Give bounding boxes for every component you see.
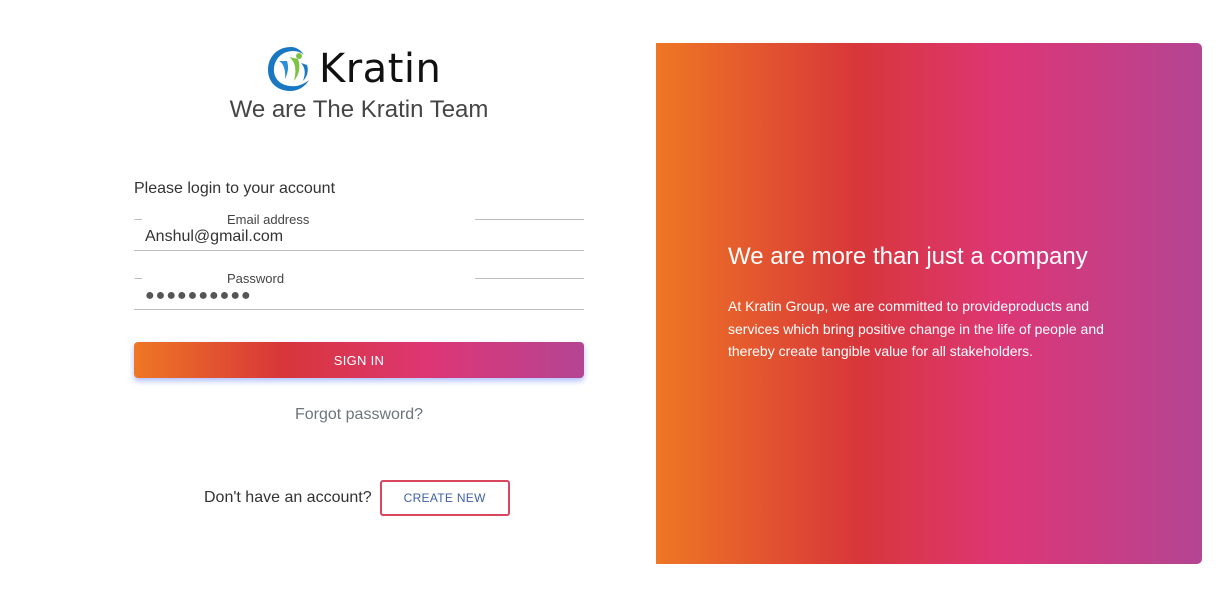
field-outline-right — [475, 278, 584, 279]
login-prompt: Please login to your account — [134, 180, 336, 197]
email-field[interactable]: Email address — [134, 212, 584, 251]
login-panel: Kratin We are The Kratin Team Please log… — [0, 0, 656, 600]
field-outline-right — [475, 219, 584, 220]
promo-panel: We are more than just a company At Krati… — [656, 43, 1202, 564]
forgot-password-link[interactable]: Forgot password? — [134, 406, 584, 424]
sign-in-button[interactable]: SIGN IN — [134, 342, 584, 378]
field-underline — [134, 250, 584, 251]
team-title: We are The Kratin Team — [229, 96, 489, 123]
password-input[interactable] — [145, 286, 565, 306]
field-underline — [134, 309, 584, 310]
brand-logo: Kratin — [265, 42, 441, 96]
no-account-text: Don't have an account? — [204, 489, 372, 506]
login-page: Kratin We are The Kratin Team Please log… — [0, 0, 1231, 600]
email-input[interactable] — [145, 227, 565, 247]
email-label: Email address — [227, 212, 310, 227]
field-outline-left — [134, 278, 142, 307]
kratin-swirl-logo-icon — [268, 47, 309, 91]
promo-headline: We are more than just a company — [728, 243, 1088, 270]
signup-row: Don't have an account? CREATE NEW — [204, 480, 510, 516]
create-new-button[interactable]: CREATE NEW — [379, 480, 510, 516]
brand-name: Kratin — [319, 46, 442, 92]
promo-description: At Kratin Group, we are committed to pro… — [728, 298, 1104, 359]
field-outline-left — [134, 219, 142, 248]
password-label: Password — [227, 271, 285, 286]
password-field[interactable]: Password — [134, 271, 584, 310]
